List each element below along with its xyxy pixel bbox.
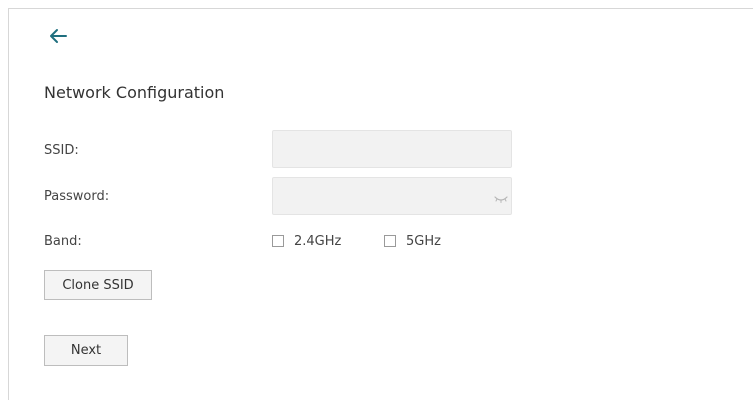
band-label: Band: [44, 234, 82, 249]
band-option-label: 5GHz [406, 233, 441, 249]
band-checkbox-5ghz[interactable]: 5GHz [384, 233, 441, 249]
next-button[interactable]: Next [44, 335, 128, 366]
page-title: Network Configuration [44, 83, 225, 102]
checkbox-box[interactable] [384, 235, 396, 247]
arrow-left-icon[interactable] [44, 22, 72, 50]
clone-ssid-button[interactable]: Clone SSID [44, 270, 152, 300]
password-input[interactable] [272, 177, 512, 215]
band-option-label: 2.4GHz [294, 233, 342, 249]
ssid-input[interactable] [272, 130, 512, 168]
password-label: Password: [44, 189, 110, 204]
band-checkbox-2-4ghz[interactable]: 2.4GHz [272, 233, 342, 249]
ssid-label: SSID: [44, 143, 79, 158]
checkbox-box[interactable] [272, 235, 284, 247]
eye-closed-icon[interactable] [494, 194, 508, 204]
